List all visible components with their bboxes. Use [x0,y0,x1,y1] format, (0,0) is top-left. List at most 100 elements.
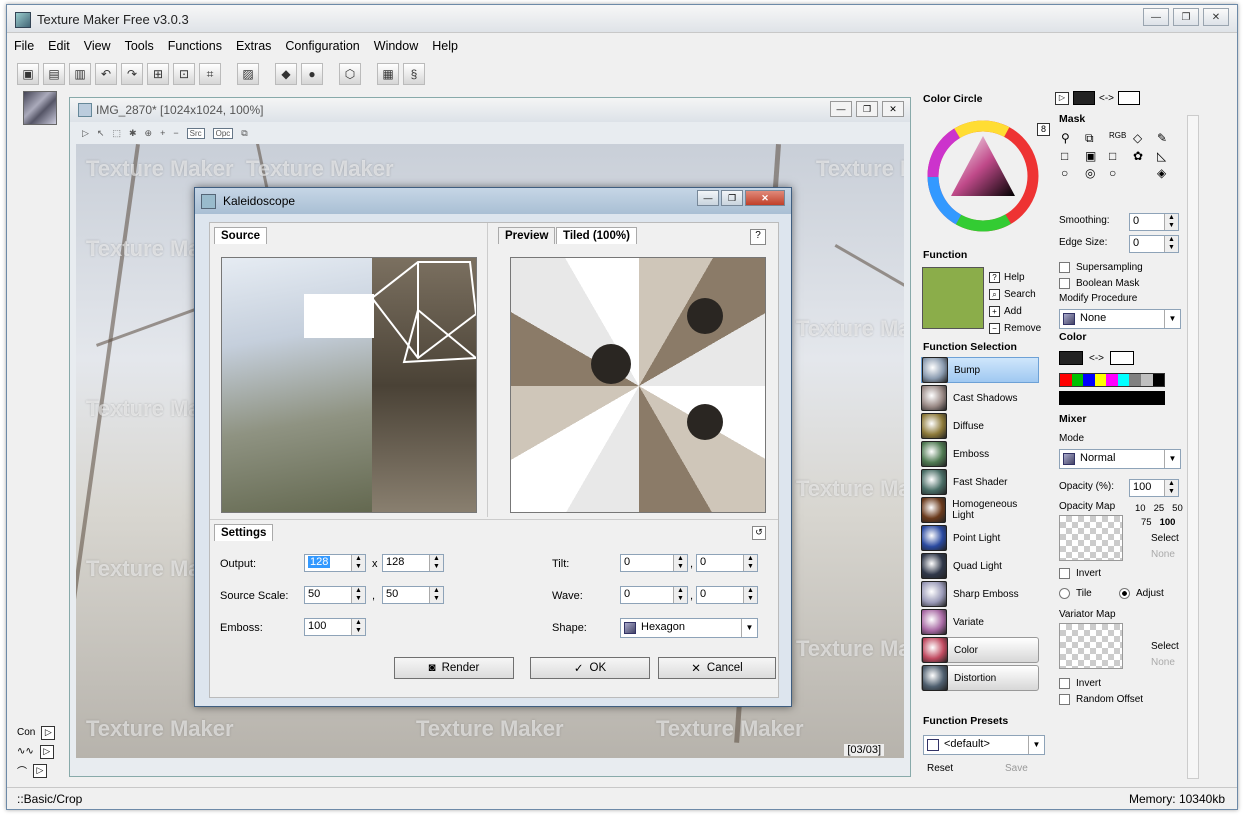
swap-colors[interactable]: <-> [1099,93,1114,104]
image-restore-button[interactable]: ❐ [856,101,878,117]
script-icon[interactable]: § [403,63,425,85]
settings-reset-icon[interactable]: ↺ [752,526,766,540]
smoothing-stepper[interactable]: 0 ▲ ▼ [1129,213,1179,231]
dialog-help-icon[interactable]: ? [750,229,766,245]
variator-map-preview[interactable] [1059,623,1123,669]
modify-procedure-select[interactable]: None ▼ [1059,309,1181,329]
function-item[interactable]: Sharp Emboss [921,581,1039,607]
opacity-none-button[interactable]: None [1151,549,1175,560]
preset-select[interactable]: <default> ▼ [923,735,1045,755]
pointer-icon[interactable]: ↖ [97,128,105,139]
palette-swatch[interactable] [1106,374,1118,386]
mask-gear-icon[interactable]: ✿ [1133,149,1153,163]
opacity-select-button[interactable]: Select [1151,533,1179,544]
variator-invert-checkbox[interactable]: Invert [1059,675,1101,691]
function-item[interactable]: Quad Light [921,553,1039,579]
ok-button[interactable]: ✓ OK [530,657,650,679]
dialog-minimize-button[interactable]: — [697,190,719,206]
boolean-mask-checkbox[interactable]: Boolean Mask [1059,275,1139,291]
palette-swatch[interactable] [1152,374,1165,386]
gradient-icon[interactable]: ▦ [377,63,399,85]
src-toggle[interactable]: Src [186,127,205,139]
sphere-icon[interactable]: ● [301,63,323,85]
menu-extras[interactable]: Extras [229,37,278,57]
mask-wand-icon[interactable]: ⚲ [1061,131,1081,146]
opacity-stepper[interactable]: 100 ▲ ▼ [1129,479,1179,497]
opacity-map-preview[interactable] [1059,515,1123,561]
play-icon[interactable]: ▷ [82,128,89,139]
plus-icon[interactable]: + [160,128,165,138]
dialog-restore-button[interactable]: ❐ [721,190,743,206]
foreground-swatch[interactable] [1073,91,1095,105]
source-scale-y-stepper[interactable]: 50 ▲ ▼ [382,586,444,604]
opacity-preset[interactable]: 50 [1172,503,1183,514]
preset-save-button[interactable]: Save [1005,763,1028,774]
variator-select-button[interactable]: Select [1151,641,1179,652]
function-item[interactable]: Emboss [921,441,1039,467]
color-gradient-bar[interactable] [1059,391,1165,405]
wave-a-stepper[interactable]: 0 ▲ ▼ [620,586,688,604]
supersampling-checkbox[interactable]: Supersampling [1059,259,1143,275]
close-button[interactable]: ✕ [1203,8,1229,26]
layers-icon[interactable]: ⊞ [147,63,169,85]
palette-swatch[interactable] [1060,374,1072,386]
new-icon[interactable]: ▣ [17,63,39,85]
restore-button[interactable]: ❐ [1173,8,1199,26]
opacity-preset[interactable]: 25 [1154,503,1165,514]
mode-select[interactable]: Normal ▼ [1059,449,1181,469]
tile-radio[interactable]: Tile [1059,585,1092,601]
function-item[interactable]: Bump [921,357,1039,383]
image-close-button[interactable]: ✕ [882,101,904,117]
opacity-invert-checkbox[interactable]: Invert [1059,565,1101,581]
variator-none-button[interactable]: None [1151,657,1175,668]
preset-reset-button[interactable]: Reset [927,763,953,774]
opc-toggle[interactable]: Opc [212,127,234,139]
tilt-a-stepper[interactable]: 0 ▲ ▼ [620,554,688,572]
menu-help[interactable]: Help [425,37,465,57]
select-icon[interactable]: ⬚ [112,128,121,139]
palette-swatch[interactable] [1071,374,1084,386]
mask-fill-icon[interactable]: ◇ [1133,131,1153,146]
menu-file[interactable]: File [7,37,41,57]
plane-icon[interactable]: ◆ [275,63,297,85]
background-swatch[interactable] [1118,91,1141,105]
opacity-preset[interactable]: 75 [1141,517,1152,528]
function-add-link[interactable]: Add [1004,303,1022,320]
wave-b-stepper[interactable]: 0 ▲ ▼ [696,586,758,604]
texture-icon[interactable]: ▨ [237,63,259,85]
redo-icon[interactable]: ↷ [121,63,143,85]
edge-size-stepper[interactable]: 0 ▲ ▼ [1129,235,1179,253]
color-swap[interactable]: <-> [1089,353,1104,364]
hexagon-icon[interactable]: ⬡ [339,63,361,85]
color-fg-swatch[interactable] [1059,351,1083,365]
source-scale-x-stepper[interactable]: 50 ▲ ▼ [304,586,366,604]
zoom-icon[interactable]: ⊕ [145,128,153,139]
menu-tools[interactable]: Tools [118,37,161,57]
source-image[interactable] [221,257,477,513]
tab-tiled[interactable]: Tiled (100%) [556,227,637,244]
palette-swatch[interactable] [1083,374,1095,386]
palette-swatch[interactable] [1129,374,1141,386]
function-item[interactable]: Point Light [921,525,1039,551]
image-minimize-button[interactable]: — [830,101,852,117]
function-item[interactable]: Diffuse [921,413,1039,439]
menu-functions[interactable]: Functions [161,37,229,57]
mask-brush-icon[interactable]: ✎ [1157,131,1177,146]
mask-diamond-icon[interactable]: ◈ [1157,166,1177,180]
function-item[interactable]: Homogeneous Light [921,497,1039,523]
mask-circle-icon[interactable]: ○ [1061,166,1081,180]
adjust-radio[interactable]: Adjust [1119,585,1164,601]
function-item[interactable]: Cast Shadows [921,385,1039,411]
random-offset-checkbox[interactable]: Random Offset [1059,691,1143,707]
function-item[interactable]: Variate [921,609,1039,635]
function-remove-link[interactable]: Remove [1004,320,1041,337]
mask-rgb-icon[interactable]: RGB [1109,131,1129,146]
palette-swatch[interactable] [1140,374,1153,386]
mask-rect2-icon[interactable]: ▣ [1085,149,1105,163]
output-width-stepper[interactable]: 128 ▲ ▼ [304,554,366,572]
mask-ring-icon[interactable]: ○ [1109,166,1129,180]
grid-icon[interactable]: ⊡ [173,63,195,85]
function-help-link[interactable]: Help [1004,269,1025,286]
tilt-b-stepper[interactable]: 0 ▲ ▼ [696,554,758,572]
mask-rect-icon[interactable]: □ [1061,149,1081,163]
